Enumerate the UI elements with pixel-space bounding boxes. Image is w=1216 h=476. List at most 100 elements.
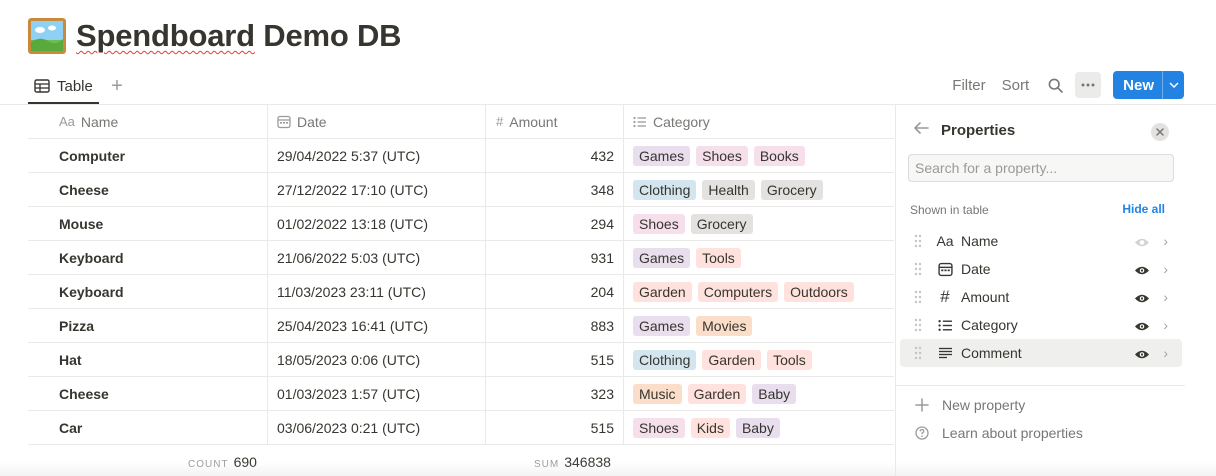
new-button-label: New [1123, 76, 1154, 94]
cell-date[interactable]: 21/06/2022 5:03 (UTC) [268, 241, 486, 274]
property-search-input[interactable] [908, 154, 1174, 182]
cell-amount[interactable]: 515 [486, 343, 624, 376]
table-row[interactable]: Mouse 01/02/2022 13:18 (UTC) 294 Shoes Gr… [28, 207, 894, 241]
cell-category[interactable]: Games Movies [624, 309, 894, 342]
cell-name[interactable]: Pizza [28, 309, 268, 342]
cell-name[interactable]: Cheese [28, 377, 268, 410]
cell-name[interactable]: Computer [28, 139, 268, 172]
table-row[interactable]: Keyboard 21/06/2022 5:03 (UTC) 931 Games… [28, 241, 894, 275]
category-tag: Grocery [760, 179, 823, 200]
property-item-comment[interactable]: Comment › [900, 339, 1182, 367]
sort-button[interactable]: Sort [1002, 77, 1030, 94]
cell-amount[interactable]: 883 [486, 309, 624, 342]
drag-handle-icon[interactable] [914, 262, 922, 281]
chevron-right-icon[interactable]: › [1163, 261, 1168, 277]
filter-button[interactable]: Filter [952, 77, 985, 94]
panel-divider [896, 385, 1185, 386]
cell-category[interactable]: Garden Computers Outdoors [624, 275, 894, 308]
chevron-right-icon[interactable]: › [1163, 317, 1168, 333]
property-list: Aa Name › Date › # Amount › Category › C… [900, 227, 1182, 367]
drag-handle-icon[interactable] [914, 318, 922, 337]
cell-name[interactable]: Hat [28, 343, 268, 376]
cell-name[interactable]: Mouse [28, 207, 268, 240]
number-type-icon: # [496, 114, 504, 129]
add-view-button[interactable]: + [106, 75, 128, 97]
cell-category[interactable]: Clothing Garden Tools [624, 343, 894, 376]
cell-date[interactable]: 03/06/2023 0:21 (UTC) [268, 411, 486, 444]
property-item-amount[interactable]: # Amount › [900, 283, 1182, 311]
cell-date[interactable]: 25/04/2023 16:41 (UTC) [268, 309, 486, 342]
cell-date[interactable]: 01/03/2023 1:57 (UTC) [268, 377, 486, 410]
drag-handle-icon[interactable] [914, 346, 922, 365]
category-tag: Garden [702, 349, 762, 370]
chevron-right-icon[interactable]: › [1163, 345, 1168, 361]
table-row[interactable]: Cheese 01/03/2023 1:57 (UTC) 323 Music Ga… [28, 377, 894, 411]
cell-category[interactable]: Clothing Health Grocery [624, 173, 894, 206]
cell-amount[interactable]: 931 [486, 241, 624, 274]
eye-icon[interactable] [1134, 263, 1150, 281]
drag-handle-icon[interactable] [914, 234, 922, 253]
property-item-date[interactable]: Date › [900, 255, 1182, 283]
table-row[interactable]: Computer 29/04/2022 5:37 (UTC) 432 Games… [28, 139, 894, 173]
cell-category[interactable]: Shoes Kids Baby [624, 411, 894, 444]
table-row[interactable]: Pizza 25/04/2023 16:41 (UTC) 883 Games Mo… [28, 309, 894, 343]
cell-date[interactable]: 01/02/2022 13:18 (UTC) [268, 207, 486, 240]
category-tag: Garden [687, 383, 747, 404]
cell-name[interactable]: Car [28, 411, 268, 444]
chevron-right-icon[interactable]: › [1163, 233, 1168, 249]
table-row[interactable]: Hat 18/05/2023 0:06 (UTC) 515 Clothing Ga… [28, 343, 894, 377]
eye-icon[interactable] [1134, 235, 1150, 253]
eye-icon[interactable] [1134, 347, 1150, 365]
close-icon[interactable] [1151, 123, 1169, 141]
list-icon [633, 116, 647, 128]
hide-all-button[interactable]: Hide all [1122, 202, 1165, 216]
help-circle-icon [914, 426, 930, 440]
cell-date[interactable]: 27/12/2022 17:10 (UTC) [268, 173, 486, 206]
cell-amount[interactable]: 204 [486, 275, 624, 308]
column-header-name[interactable]: Aa Name [28, 105, 268, 138]
chevron-right-icon[interactable]: › [1163, 289, 1168, 305]
cell-date[interactable]: 11/03/2023 23:11 (UTC) [268, 275, 486, 308]
cell-category[interactable]: Shoes Grocery [624, 207, 894, 240]
search-icon[interactable] [1045, 75, 1065, 95]
arrow-left-icon[interactable] [914, 121, 929, 139]
cell-date[interactable]: 18/05/2023 0:06 (UTC) [268, 343, 486, 376]
eye-icon[interactable] [1134, 319, 1150, 337]
tab-table[interactable]: Table [28, 70, 99, 104]
chevron-down-icon[interactable] [1162, 71, 1184, 99]
eye-icon[interactable] [1134, 291, 1150, 309]
list-icon [936, 317, 954, 333]
cell-category[interactable]: Music Garden Baby [624, 377, 894, 410]
drag-handle-icon[interactable] [914, 290, 922, 309]
learn-properties-link[interactable]: Learn about properties [914, 425, 1083, 441]
new-property-button[interactable]: New property [914, 397, 1025, 413]
property-item-category[interactable]: Category › [900, 311, 1182, 339]
table-row[interactable]: Keyboard 11/03/2023 23:11 (UTC) 204 Gard… [28, 275, 894, 309]
cell-name[interactable]: Keyboard [28, 275, 268, 308]
category-tag: Music [633, 383, 682, 404]
property-item-name[interactable]: Aa Name › [900, 227, 1182, 255]
category-tag: Grocery [690, 213, 753, 234]
cell-amount[interactable]: 294 [486, 207, 624, 240]
page-title[interactable]: Spendboard Demo DB [76, 18, 402, 54]
cell-name[interactable]: Keyboard [28, 241, 268, 274]
column-header-label: Amount [509, 113, 558, 130]
column-header-amount[interactable]: # Amount [486, 105, 624, 138]
column-header-date[interactable]: Date [268, 105, 486, 138]
cell-amount[interactable]: 348 [486, 173, 624, 206]
column-header-label: Name [80, 113, 119, 130]
cell-date[interactable]: 29/04/2022 5:37 (UTC) [268, 139, 486, 172]
cell-amount[interactable]: 323 [486, 377, 624, 410]
column-header-category[interactable]: Category [624, 105, 894, 138]
cell-amount[interactable]: 515 [486, 411, 624, 444]
cell-amount[interactable]: 432 [486, 139, 624, 172]
framed-picture-icon[interactable] [28, 18, 66, 54]
cell-category[interactable]: Games Tools [624, 241, 894, 274]
new-button[interactable]: New [1113, 71, 1184, 99]
table-row[interactable]: Cheese 27/12/2022 17:10 (UTC) 348 Clothi… [28, 173, 894, 207]
more-options-icon[interactable] [1075, 72, 1102, 98]
cell-name[interactable]: Cheese [28, 173, 268, 206]
cell-category[interactable]: Games Shoes Books [624, 139, 894, 172]
text-type-icon: Aa [936, 233, 954, 249]
table-row[interactable]: Car 03/06/2023 0:21 (UTC) 515 Shoes Kids B… [28, 411, 894, 445]
